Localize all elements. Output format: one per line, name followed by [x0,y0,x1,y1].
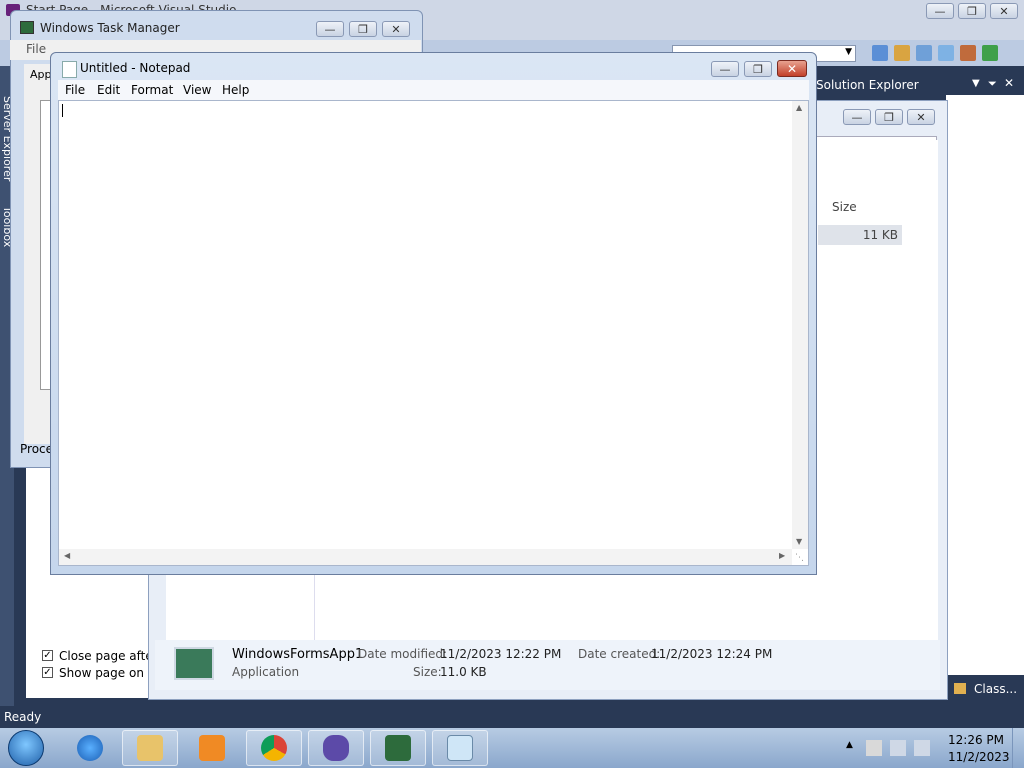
show-page-label: Show page on st [59,666,159,680]
solution-explorer-title: Solution Explorer [816,78,919,92]
network-icon[interactable] [890,740,906,756]
details-file-type: Application [232,665,300,679]
notepad-close-button[interactable]: ✕ [777,60,807,77]
taskbar-visual-studio[interactable] [308,730,364,766]
notepad-menu-file[interactable]: File [65,83,85,97]
date-modified-label: Date modified: [358,647,448,661]
column-header-size[interactable]: Size [832,200,857,214]
notepad-text-area[interactable] [58,100,809,566]
date-created-label: Date created: [578,647,661,661]
dialog-minimize-button[interactable]: — [843,109,871,125]
size-label: Size: [413,665,442,679]
chevron-down-icon[interactable]: ▼ [972,78,980,89]
details-pane: WindowsFormsApp1 Application Date modifi… [155,640,940,690]
solution-explorer-panel [946,95,1024,675]
notepad-menu-edit[interactable]: Edit [97,83,120,97]
status-text: Ready [4,710,42,724]
notepad-menu-format[interactable]: Format [131,83,173,97]
clock-time[interactable]: 12:26 PM [948,733,1004,747]
tm-close-button[interactable]: ✕ [382,21,410,37]
start-page-icon[interactable] [982,45,998,61]
notepad-maximize-button[interactable]: ❐ [744,61,772,77]
task-manager-icon [385,735,411,761]
toolbox-icon[interactable] [938,45,954,61]
vs-minimize-button[interactable]: — [926,3,954,19]
notepad-horizontal-scrollbar[interactable]: ◀ ▶ [59,549,792,565]
chrome-icon [261,735,287,761]
visual-studio-icon [323,735,349,761]
chevron-down-icon: ▼ [845,47,852,57]
show-desktop-button[interactable] [1012,728,1024,768]
pin-icon[interactable]: ⏷ [988,77,997,91]
action-center-icon[interactable] [866,740,882,756]
notepad-icon [447,735,473,761]
taskbar-internet-explorer[interactable] [62,730,118,766]
file-size-cell: 11 KB [862,228,898,242]
solution-explorer-header: Solution Explorer ▼ ⏷ ✕ [812,75,1024,95]
notepad-minimize-button[interactable]: — [711,61,739,77]
vs-restore-button[interactable]: ❐ [958,3,986,19]
details-file-name: WindowsFormsApp1 [232,647,364,662]
vs-close-button[interactable]: ✕ [990,3,1018,19]
scroll-down-icon[interactable]: ▼ [796,537,802,546]
class-view-icon [954,683,966,694]
find-icon[interactable] [872,45,888,61]
close-page-checkbox[interactable]: ✓ [42,650,53,661]
scroll-right-icon[interactable]: ▶ [779,551,785,560]
notepad-title: Untitled - Notepad [80,61,191,75]
tm-tab-processes[interactable]: Proce [20,442,53,456]
show-hidden-icons-icon[interactable]: ▲ [846,740,853,750]
show-page-checkbox[interactable]: ✓ [42,667,53,678]
close-page-label: Close page after [59,649,158,663]
scroll-up-icon[interactable]: ▲ [796,103,802,112]
volume-muted-icon[interactable] [914,740,930,756]
vs-status-bar: Ready [0,706,1024,728]
taskbar-task-manager[interactable] [370,730,426,766]
table-row[interactable]: 11 KB [818,225,902,245]
date-created-value: 11/2/2023 12:24 PM [651,647,773,661]
notepad-icon [62,61,77,78]
size-value: 11.0 KB [440,665,487,679]
notepad-menu-view[interactable]: View [183,83,211,97]
taskbar-chrome[interactable] [246,730,302,766]
start-button[interactable] [8,730,44,766]
task-manager-title: Windows Task Manager [40,21,180,35]
notepad-vertical-scrollbar[interactable]: ▲ ▼ [792,101,808,549]
notepad-menu-help[interactable]: Help [222,83,249,97]
media-player-icon [199,735,225,761]
text-caret [62,104,63,117]
scroll-left-icon[interactable]: ◀ [64,551,70,560]
dialog-close-button[interactable]: ✕ [907,109,935,125]
folder-icon [137,735,163,761]
taskbar-file-explorer[interactable] [122,730,178,766]
class-view-label: Class... [974,682,1018,696]
date-modified-value: 11/2/2023 12:22 PM [440,647,562,661]
object-browser-icon[interactable] [916,45,932,61]
tm-menu-file[interactable]: File [26,42,46,56]
tm-tab-applications[interactable]: App [30,68,52,81]
class-view-tab[interactable]: Class... [946,678,1024,700]
clock-date[interactable]: 11/2/2023 [948,750,1010,764]
task-manager-icon [20,21,34,34]
close-icon[interactable]: ✕ [1004,76,1014,90]
taskbar-notepad[interactable] [432,730,488,766]
tm-maximize-button[interactable]: ❐ [349,21,377,37]
dialog-maximize-button[interactable]: ❐ [875,109,903,125]
resize-grip-icon[interactable]: ⋱ [795,553,804,563]
application-icon [174,647,214,680]
taskbar-media-player[interactable] [184,730,240,766]
internet-explorer-icon [77,735,103,761]
properties-icon[interactable] [894,45,910,61]
tools-icon[interactable] [960,45,976,61]
tm-minimize-button[interactable]: — [316,21,344,37]
